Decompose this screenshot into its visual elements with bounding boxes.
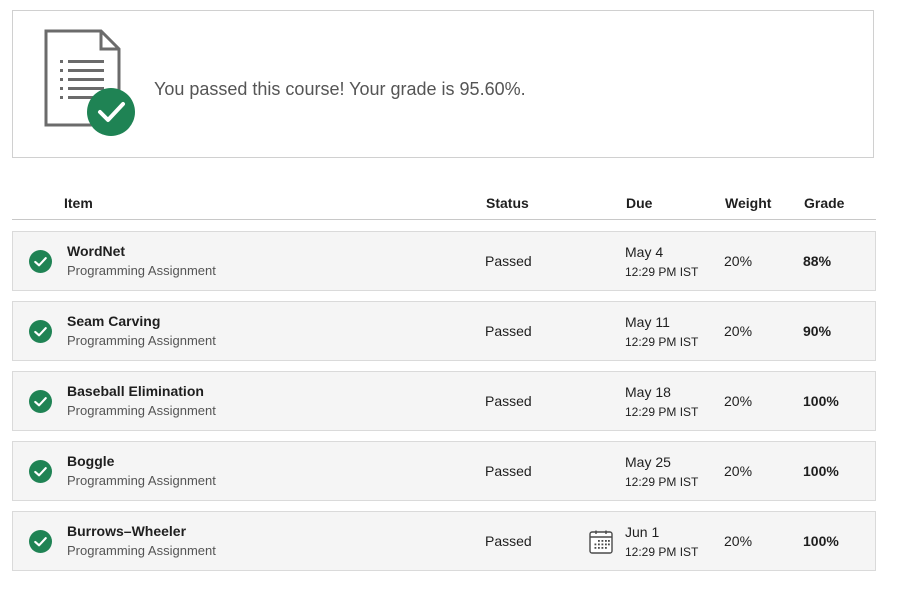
check-circle-icon (29, 390, 52, 413)
due-date: May 4 (625, 244, 664, 260)
item-name-link[interactable]: Seam Carving (67, 313, 160, 329)
table-row[interactable]: Boggle Programming Assignment Passed May… (12, 441, 876, 501)
item-type: Programming Assignment (67, 473, 216, 488)
check-circle-icon (29, 320, 52, 343)
due-time: 12:29 PM IST (625, 405, 699, 419)
calendar-icon (589, 530, 613, 554)
due-date: May 11 (625, 314, 670, 330)
item-name-link[interactable]: Boggle (67, 453, 114, 469)
table-row[interactable]: Seam Carving Programming Assignment Pass… (12, 301, 876, 361)
item-weight: 20% (724, 323, 753, 339)
document-check-icon (44, 29, 135, 136)
item-status: Passed (485, 393, 532, 409)
due-date: Jun 1 (625, 524, 660, 540)
item-name-link[interactable]: WordNet (67, 243, 125, 259)
item-status: Passed (485, 533, 532, 549)
table-row[interactable]: WordNet Programming Assignment Passed Ma… (12, 231, 876, 291)
check-circle-icon (29, 530, 52, 553)
item-type: Programming Assignment (67, 263, 216, 278)
item-type: Programming Assignment (67, 403, 216, 418)
column-header-status: Status (486, 195, 529, 211)
due-time: 12:29 PM IST (625, 265, 699, 279)
item-status: Passed (485, 323, 532, 339)
item-grade: 100% (803, 393, 839, 409)
item-weight: 20% (724, 533, 753, 549)
item-name-link[interactable]: Burrows–Wheeler (67, 523, 186, 539)
item-weight: 20% (724, 463, 753, 479)
course-result-banner: You passed this course! Your grade is 95… (12, 10, 874, 158)
item-type: Programming Assignment (67, 333, 216, 348)
item-status: Passed (485, 463, 532, 479)
due-date: May 25 (625, 454, 671, 470)
item-grade: 88% (803, 253, 832, 269)
column-header-due: Due (626, 195, 653, 211)
item-grade: 90% (803, 323, 832, 339)
due-time: 12:29 PM IST (625, 335, 699, 349)
item-weight: 20% (724, 253, 753, 269)
item-type: Programming Assignment (67, 543, 216, 558)
column-header-item: Item (64, 195, 93, 211)
item-name-link[interactable]: Baseball Elimination (67, 383, 204, 399)
item-status: Passed (485, 253, 532, 269)
due-time: 12:29 PM IST (625, 545, 699, 559)
column-header-weight: Weight (725, 195, 772, 211)
due-date: May 18 (625, 384, 671, 400)
check-circle-icon (29, 250, 52, 273)
check-circle-icon (29, 460, 52, 483)
item-weight: 20% (724, 393, 753, 409)
item-grade: 100% (803, 533, 839, 549)
table-row[interactable]: Baseball Elimination Programming Assignm… (12, 371, 876, 431)
column-header-grade: Grade (804, 195, 845, 211)
table-row[interactable]: Burrows–Wheeler Programming Assignment P… (12, 511, 876, 571)
grades-table-header: Item Status Due Weight Grade (12, 185, 876, 220)
course-result-message: You passed this course! Your grade is 95… (154, 79, 526, 99)
due-time: 12:29 PM IST (625, 475, 699, 489)
item-grade: 100% (803, 463, 839, 479)
